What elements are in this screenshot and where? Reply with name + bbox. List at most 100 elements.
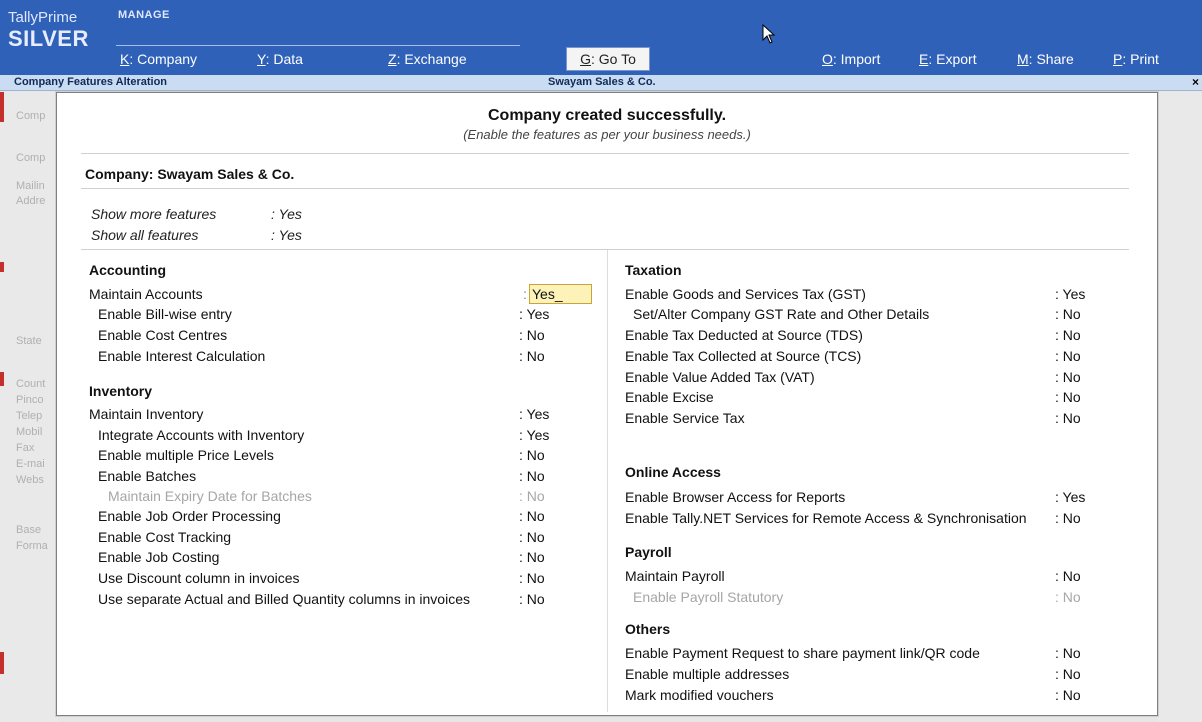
screen-title: Company Features Alteration <box>14 76 168 88</box>
bg-label: Webs <box>16 474 44 486</box>
tally-net-label: Enable Tally.NET Services for Remote Acc… <box>625 510 1027 526</box>
mouse-pointer-icon <box>762 24 776 44</box>
side-marker <box>0 92 4 122</box>
gst-value[interactable]: : Yes <box>1055 286 1085 302</box>
goto-button[interactable]: G: Go To <box>566 47 650 71</box>
top-menu-bar: TallyPrime SILVER MANAGE K: Company Y: D… <box>0 0 1202 75</box>
show-more-value[interactable]: : Yes <box>271 206 302 222</box>
bg-label: State <box>16 335 42 347</box>
bg-label: Count <box>16 378 46 390</box>
bg-label: Mailin <box>16 180 45 192</box>
menu-company[interactable]: K: Company <box>120 51 197 67</box>
menu-export[interactable]: E: Export <box>919 51 977 67</box>
bg-label: Telep <box>16 410 43 422</box>
divider <box>81 153 1129 154</box>
colon: : <box>523 286 527 302</box>
job-order-value[interactable]: : No <box>519 508 545 524</box>
payment-request-value[interactable]: : No <box>1055 645 1081 661</box>
section-inventory: Inventory <box>89 383 153 399</box>
excise-label: Enable Excise <box>625 389 714 405</box>
side-marker <box>0 652 4 674</box>
expiry-date-label: Maintain Expiry Date for Batches <box>108 488 312 504</box>
menu-exchange[interactable]: Z: Exchange <box>388 51 467 67</box>
payroll-statutory-value: : No <box>1055 589 1081 605</box>
price-levels-value[interactable]: : No <box>519 447 545 463</box>
discount-column-label: Use Discount column in invoices <box>98 570 300 586</box>
job-costing-value[interactable]: : No <box>519 549 545 565</box>
background-form: Comp Comp Mailin Addre State Count Pinco… <box>0 92 58 722</box>
job-costing-label: Enable Job Costing <box>98 549 220 565</box>
maintain-payroll-value[interactable]: : No <box>1055 568 1081 584</box>
expiry-date-value: : No <box>519 488 545 504</box>
maintain-inventory-label: Maintain Inventory <box>89 406 204 422</box>
product-name: TallyPrime <box>8 9 78 26</box>
actual-billed-qty-label: Use separate Actual and Billed Quantity … <box>98 591 470 607</box>
modified-vouchers-value[interactable]: : No <box>1055 687 1081 703</box>
integrate-accounts-label: Integrate Accounts with Inventory <box>98 427 305 443</box>
menu-share[interactable]: M: Share <box>1017 51 1074 67</box>
show-all-label: Show all features <box>91 227 199 243</box>
maintain-accounts-field[interactable]: Yes_ <box>529 284 592 304</box>
payroll-statutory-label: Enable Payroll Statutory <box>633 589 784 605</box>
menu-print[interactable]: P: Print <box>1113 51 1159 67</box>
cost-centres-value[interactable]: : No <box>519 327 545 343</box>
section-online-access: Online Access <box>625 464 721 480</box>
job-order-label: Enable Job Order Processing <box>98 508 281 524</box>
service-tax-value[interactable]: : No <box>1055 410 1081 426</box>
company-features-dialog: Company created successfully. (Enable th… <box>56 92 1158 716</box>
bg-label: Mobil <box>16 426 43 438</box>
service-tax-label: Enable Service Tax <box>625 410 745 426</box>
maintain-payroll-label: Maintain Payroll <box>625 568 725 584</box>
screen-title-bar: Company Features Alteration Swayam Sales… <box>0 75 1202 91</box>
multiple-addresses-value[interactable]: : No <box>1055 666 1081 682</box>
company-title: Swayam Sales & Co. <box>548 76 656 88</box>
tds-value[interactable]: : No <box>1055 327 1081 343</box>
bg-label: Comp <box>16 152 46 164</box>
menu-section-label: MANAGE <box>118 9 170 21</box>
interest-calc-label: Enable Interest Calculation <box>98 348 266 364</box>
bg-label: Fax <box>16 442 35 454</box>
price-levels-label: Enable multiple Price Levels <box>98 447 274 463</box>
bg-label: Comp <box>16 110 46 122</box>
dialog-subtitle: (Enable the features as per your busines… <box>463 127 751 142</box>
menu-data[interactable]: Y: Data <box>257 51 303 67</box>
menu-divider <box>116 45 520 46</box>
bill-wise-value[interactable]: : Yes <box>519 306 549 322</box>
excise-value[interactable]: : No <box>1055 389 1081 405</box>
tcs-value[interactable]: : No <box>1055 348 1081 364</box>
browser-access-label: Enable Browser Access for Reports <box>625 489 846 505</box>
actual-billed-qty-value[interactable]: : No <box>519 591 545 607</box>
batches-value[interactable]: : No <box>519 468 545 484</box>
dialog-title: Company created successfully. <box>487 107 727 124</box>
background-side <box>1158 92 1202 722</box>
section-taxation: Taxation <box>625 262 682 278</box>
browser-access-value[interactable]: : Yes <box>1055 489 1085 505</box>
discount-column-value[interactable]: : No <box>519 570 545 586</box>
gst-rate-value[interactable]: : No <box>1055 306 1081 322</box>
gst-rate-label: Set/Alter Company GST Rate and Other Det… <box>633 306 930 322</box>
vat-value[interactable]: : No <box>1055 369 1081 385</box>
tally-net-value[interactable]: : No <box>1055 510 1081 526</box>
payment-request-label: Enable Payment Request to share payment … <box>625 645 980 661</box>
close-icon[interactable]: × <box>1192 75 1199 89</box>
menu-import[interactable]: O: Import <box>822 51 880 67</box>
cost-tracking-label: Enable Cost Tracking <box>98 529 232 545</box>
show-more-label: Show more features <box>91 206 217 222</box>
bill-wise-label: Enable Bill-wise entry <box>98 306 232 322</box>
divider <box>81 188 1129 189</box>
maintain-accounts-label: Maintain Accounts <box>89 286 203 302</box>
product-edition: SILVER <box>8 26 89 51</box>
tds-label: Enable Tax Deducted at Source (TDS) <box>625 327 863 343</box>
bg-label: Forma <box>16 540 48 552</box>
cost-tracking-value[interactable]: : No <box>519 529 545 545</box>
section-others: Others <box>625 621 671 637</box>
show-all-value[interactable]: : Yes <box>271 227 302 243</box>
side-marker <box>0 262 4 272</box>
section-payroll: Payroll <box>625 544 672 560</box>
integrate-accounts-value[interactable]: : Yes <box>519 427 549 443</box>
side-marker <box>0 372 4 386</box>
interest-calc-value[interactable]: : No <box>519 348 545 364</box>
maintain-inventory-value[interactable]: : Yes <box>519 406 549 422</box>
bg-label: Addre <box>16 195 46 207</box>
modified-vouchers-label: Mark modified vouchers <box>625 687 774 703</box>
